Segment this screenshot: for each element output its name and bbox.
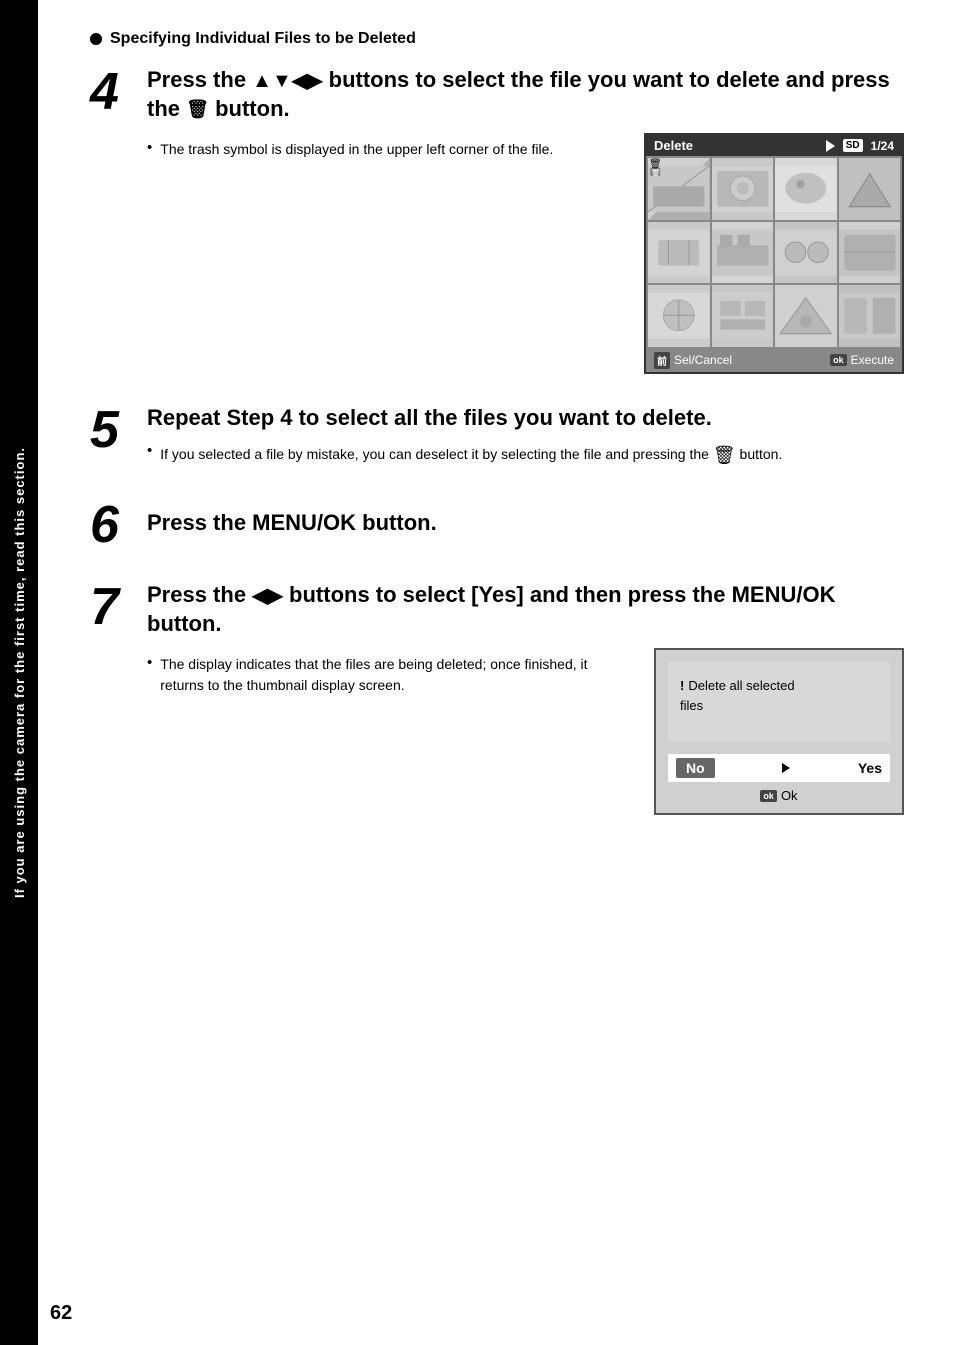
thumbnail-1: 🗑 xyxy=(648,158,710,220)
step-5-title: Repeat Step 4 to select all the files yo… xyxy=(147,404,904,433)
step-4-bullet-text: The trash symbol is displayed in the upp… xyxy=(160,139,553,160)
arrow-right-icon xyxy=(782,763,790,773)
confirm-options: No Yes xyxy=(668,754,890,782)
option-yes[interactable]: Yes xyxy=(858,760,882,776)
section-title: Specifying Individual Files to be Delete… xyxy=(110,30,416,48)
option-no[interactable]: No xyxy=(676,758,715,778)
step-5-bullet-text: If you selected a file by mistake, you c… xyxy=(160,442,782,469)
thumbnail-11 xyxy=(775,285,837,347)
step-5-bullet: If you selected a file by mistake, you c… xyxy=(147,442,904,469)
section-header: Specifying Individual Files to be Delete… xyxy=(90,30,904,48)
confirm-ok-key: ok xyxy=(760,790,777,802)
delete-screen-footer: 前 Sel/Cancel ok Execute xyxy=(646,349,902,372)
step-7-title: Press the ◀▶ buttons to select [Yes] and… xyxy=(147,581,904,638)
step-7-bullet: The display indicates that the files are… xyxy=(147,654,634,696)
delete-screen-header: Delete SD 1/24 xyxy=(646,135,902,156)
delete-label: Delete xyxy=(654,138,693,153)
play-icon xyxy=(826,140,835,152)
step-4-body: The trash symbol is displayed in the upp… xyxy=(147,133,904,374)
svg-text:🗑: 🗑 xyxy=(651,168,660,177)
confirm-dialog: !Delete all selectedfiles xyxy=(668,662,890,742)
page-number: 62 xyxy=(50,1302,72,1325)
thumbnail-12 xyxy=(839,285,901,347)
step-4-content: Press the ▲▼◀▶ buttons to select the fil… xyxy=(147,66,904,374)
thumbnail-6 xyxy=(712,222,774,284)
step-4-section: 4 Press the ▲▼◀▶ buttons to select the f… xyxy=(90,66,904,374)
thumbnail-8 xyxy=(839,222,901,284)
thumbnail-5 xyxy=(648,222,710,284)
confirm-ok-label: Ok xyxy=(781,788,798,803)
confirm-screen: !Delete all selectedfiles No Yes ok Ok xyxy=(654,648,904,815)
thumbnail-10 xyxy=(712,285,774,347)
sidebar-label: If you are using the camera for the firs… xyxy=(12,447,27,898)
thumbnail-9 xyxy=(648,285,710,347)
sd-badge: SD xyxy=(843,139,863,152)
delete-header-right: SD 1/24 xyxy=(826,139,894,153)
thumbnail-7 xyxy=(775,222,837,284)
step-7-bullet-text: The display indicates that the files are… xyxy=(160,654,634,696)
ok-key: ok xyxy=(830,354,847,366)
lr-arrows-icon: ◀▶ xyxy=(252,585,283,607)
step-5-number: 5 xyxy=(90,404,135,470)
step-5-section: 5 Repeat Step 4 to select all the files … xyxy=(90,404,904,470)
step-5-content: Repeat Step 4 to select all the files yo… xyxy=(147,404,904,470)
thumbnail-3 xyxy=(775,158,837,220)
step-4-title: Press the ▲▼◀▶ buttons to select the fil… xyxy=(147,66,904,123)
sel-key: 前 xyxy=(654,352,670,369)
thumbnail-2 xyxy=(712,158,774,220)
confirm-ok-row: ok Ok xyxy=(668,788,890,803)
thumbnail-grid: 🗑 xyxy=(646,156,902,349)
step-7-body: The display indicates that the files are… xyxy=(147,648,904,815)
step-6-title: Press the MENU/OK button. xyxy=(147,509,904,538)
step-6-number: 6 xyxy=(90,499,135,551)
confirm-message-text: Delete all selectedfiles xyxy=(680,678,795,713)
execute-label: Execute xyxy=(851,353,894,367)
nav-arrows-icon: ▲▼◀▶ xyxy=(252,70,322,92)
step-4-bullet: The trash symbol is displayed in the upp… xyxy=(147,139,624,160)
step-6-section: 6 Press the MENU/OK button. xyxy=(90,499,904,551)
step-7-section: 7 Press the ◀▶ buttons to select [Yes] a… xyxy=(90,581,904,815)
confirm-message: !Delete all selectedfiles xyxy=(680,676,878,715)
sidebar: If you are using the camera for the firs… xyxy=(0,0,38,1345)
exclaim-icon: ! xyxy=(680,678,684,693)
step-4-number: 4 xyxy=(90,66,135,374)
step-6-content: Press the MENU/OK button. xyxy=(147,499,904,538)
thumbnail-4 xyxy=(839,158,901,220)
bullet-dot xyxy=(90,33,102,45)
sel-cancel-label: Sel/Cancel xyxy=(674,353,732,367)
execute-btn: ok Execute xyxy=(830,352,894,369)
step-7-text: The display indicates that the files are… xyxy=(147,648,634,696)
trash-icon-2: 🗑 xyxy=(713,442,736,469)
sel-cancel-btn: 前 Sel/Cancel xyxy=(654,352,732,369)
step-7-number: 7 xyxy=(90,581,135,815)
delete-screen: Delete SD 1/24 xyxy=(644,133,904,374)
trash-icon: 🗑 xyxy=(186,98,209,121)
main-content: Specifying Individual Files to be Delete… xyxy=(90,30,904,815)
page-container: If you are using the camera for the firs… xyxy=(0,0,954,1345)
step-4-text: The trash symbol is displayed in the upp… xyxy=(147,133,624,160)
counter: 1/24 xyxy=(871,139,894,153)
step-7-content: Press the ◀▶ buttons to select [Yes] and… xyxy=(147,581,904,815)
